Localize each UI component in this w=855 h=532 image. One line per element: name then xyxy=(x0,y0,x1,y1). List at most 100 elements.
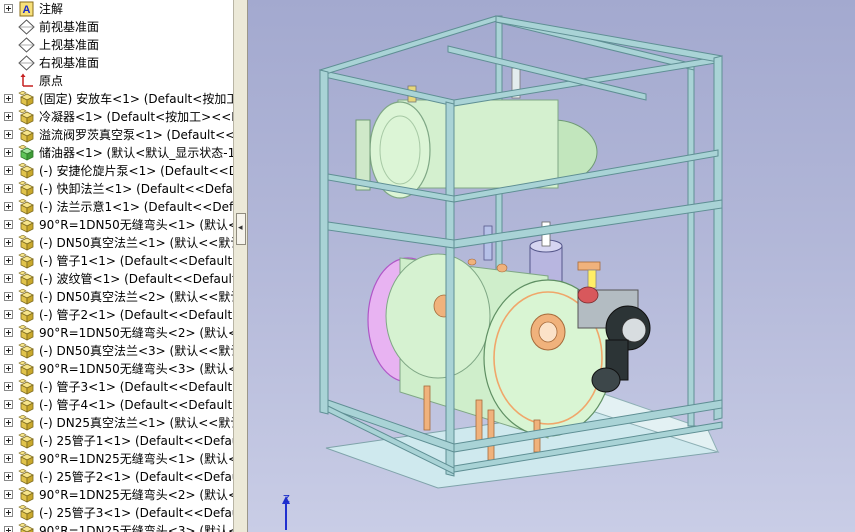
tree-item-label: 原点 xyxy=(39,74,64,88)
expand-plus-icon[interactable] xyxy=(4,4,13,13)
expand-plus-icon[interactable] xyxy=(4,490,13,499)
annotation-icon: A xyxy=(18,1,35,17)
tree-item[interactable]: (-) DN25真空法兰<1> (默认<<默认 xyxy=(0,414,233,432)
tree-item[interactable]: 原点 xyxy=(0,72,233,90)
tree-item-label: (-) DN25真空法兰<1> (默认<<默认 xyxy=(39,416,233,430)
tree-item[interactable]: A 注解 xyxy=(0,0,233,18)
component-icon xyxy=(18,288,35,305)
expand-plus-icon[interactable] xyxy=(4,400,13,409)
expand-plus-icon[interactable] xyxy=(4,418,13,427)
expand-plus-icon[interactable] xyxy=(4,202,13,211)
component-icon xyxy=(18,432,35,449)
expand-plus-icon[interactable] xyxy=(4,454,13,463)
component-icon xyxy=(18,306,35,323)
tree-item[interactable]: (-) 波纹管<1> (Default<<Default> xyxy=(0,270,233,288)
tree-item-label: 90°R=1DN50无缝弯头<3> (默认< xyxy=(39,362,233,376)
expand-plus-icon[interactable] xyxy=(4,220,13,229)
plane-icon xyxy=(18,19,35,35)
component-icon xyxy=(18,180,35,197)
tree-item[interactable]: 90°R=1DN25无缝弯头<2> (默认< xyxy=(0,486,233,504)
plane-icon xyxy=(18,55,35,71)
tree-item[interactable]: (-) 快卸法兰<1> (Default<<Default xyxy=(0,180,233,198)
expand-plus-icon[interactable] xyxy=(4,382,13,391)
tree-item-label: (-) 管子2<1> (Default<<Default> xyxy=(39,308,233,322)
component-icon xyxy=(18,378,35,395)
tree-item-label: 90°R=1DN25无缝弯头<3> (默认< xyxy=(39,524,233,532)
tree-item[interactable]: 90°R=1DN50无缝弯头<3> (默认< xyxy=(0,360,233,378)
origin-icon xyxy=(18,73,35,89)
tree-item[interactable]: (-) 管子2<1> (Default<<Default> xyxy=(0,306,233,324)
tree-item[interactable]: 90°R=1DN25无缝弯头<3> (默认< xyxy=(0,522,233,532)
expand-plus-icon[interactable] xyxy=(4,508,13,517)
svg-text:A: A xyxy=(23,4,31,16)
tree-item-label: (-) 法兰示意1<1> (Default<<Defa xyxy=(39,200,233,214)
tree-item[interactable]: 前视基准面 xyxy=(0,18,233,36)
tree-item[interactable]: (-) 安捷伦旋片泵<1> (Default<<D xyxy=(0,162,233,180)
tree-item[interactable]: 右视基准面 xyxy=(0,54,233,72)
collapse-left-arrow-icon: ◂ xyxy=(238,223,243,233)
expand-plus-icon[interactable] xyxy=(4,94,13,103)
splitter-collapse-handle[interactable]: ◂ xyxy=(236,213,246,245)
assembly-3d-model[interactable] xyxy=(248,0,855,532)
tree-item[interactable]: (-) DN50真空法兰<3> (默认<<默认 xyxy=(0,342,233,360)
expand-plus-icon[interactable] xyxy=(4,364,13,373)
expand-plus-icon[interactable] xyxy=(4,436,13,445)
component-icon xyxy=(18,342,35,359)
tree-item[interactable]: (固定) 安放车<1> (Default<按加工 xyxy=(0,90,233,108)
graphics-viewport[interactable]: Z xyxy=(248,0,855,532)
component-icon xyxy=(18,504,35,521)
tree-item-label: 90°R=1DN50无缝弯头<1> (默认< xyxy=(39,218,233,232)
tree-item[interactable]: (-) 法兰示意1<1> (Default<<Defa xyxy=(0,198,233,216)
tree-item[interactable]: (-) 25管子2<1> (Default<<Defaul xyxy=(0,468,233,486)
component-icon xyxy=(18,486,35,503)
tree-item[interactable]: (-) DN50真空法兰<1> (默认<<默认 xyxy=(0,234,233,252)
tree-item[interactable]: (-) DN50真空法兰<2> (默认<<默认 xyxy=(0,288,233,306)
component-icon xyxy=(18,198,35,215)
coordinate-triad-icon xyxy=(282,496,290,530)
tree-item[interactable]: (-) 管子4<1> (Default<<Default> xyxy=(0,396,233,414)
tree-item[interactable]: (-) 管子1<1> (Default<<Default> xyxy=(0,252,233,270)
expand-plus-icon[interactable] xyxy=(4,310,13,319)
tree-item-label: (-) 25管子3<1> (Default<<Defaul xyxy=(39,506,233,520)
tree-item[interactable]: 储油器<1> (默认<默认_显示状态-1 xyxy=(0,144,233,162)
tree-item[interactable]: (-) 25管子3<1> (Default<<Defaul xyxy=(0,504,233,522)
tree-item-label: 溢流阀罗茨真空泵<1> (Default<<De xyxy=(39,128,233,142)
component-icon xyxy=(18,468,35,485)
expand-plus-icon[interactable] xyxy=(4,184,13,193)
tree-item-label: 90°R=1DN50无缝弯头<2> (默认< xyxy=(39,326,233,340)
tree-item-label: (-) 管子1<1> (Default<<Default> xyxy=(39,254,233,268)
expand-plus-icon[interactable] xyxy=(4,526,13,532)
tree-item[interactable]: (-) 管子3<1> (Default<<Default> xyxy=(0,378,233,396)
tree-item-label: (-) 25管子1<1> (Default<<Defaul xyxy=(39,434,233,448)
tree-item-label: (-) 25管子2<1> (Default<<Defaul xyxy=(39,470,233,484)
tree-item[interactable]: 90°R=1DN50无缝弯头<2> (默认< xyxy=(0,324,233,342)
tree-item-label: 上视基准面 xyxy=(39,38,100,52)
expand-plus-icon[interactable] xyxy=(4,112,13,121)
tree-item[interactable]: 90°R=1DN50无缝弯头<1> (默认< xyxy=(0,216,233,234)
tree-item-label: (固定) 安放车<1> (Default<按加工 xyxy=(39,92,233,106)
component-icon xyxy=(18,360,35,377)
expand-plus-icon[interactable] xyxy=(4,166,13,175)
tree-item[interactable]: (-) 25管子1<1> (Default<<Defaul xyxy=(0,432,233,450)
expand-plus-icon[interactable] xyxy=(4,148,13,157)
tree-item-label: 右视基准面 xyxy=(39,56,100,70)
tree-item-label: 注解 xyxy=(39,2,64,16)
tree-item[interactable]: 90°R=1DN25无缝弯头<1> (默认< xyxy=(0,450,233,468)
expand-plus-icon[interactable] xyxy=(4,130,13,139)
expand-plus-icon[interactable] xyxy=(4,292,13,301)
tree-item[interactable]: 溢流阀罗茨真空泵<1> (Default<<De xyxy=(0,126,233,144)
expand-plus-icon[interactable] xyxy=(4,328,13,337)
expand-plus-icon[interactable] xyxy=(4,346,13,355)
component-icon xyxy=(18,234,35,251)
component-icon xyxy=(18,324,35,341)
component-icon xyxy=(18,522,35,532)
panel-splitter[interactable]: ◂ xyxy=(233,0,248,532)
expand-plus-icon[interactable] xyxy=(4,238,13,247)
component-icon xyxy=(18,270,35,287)
tree-item[interactable]: 冷凝器<1> (Default<按加工><<D xyxy=(0,108,233,126)
tree-item-label: (-) 管子4<1> (Default<<Default> xyxy=(39,398,233,412)
expand-plus-icon[interactable] xyxy=(4,274,13,283)
expand-plus-icon[interactable] xyxy=(4,256,13,265)
tree-item[interactable]: 上视基准面 xyxy=(0,36,233,54)
expand-plus-icon[interactable] xyxy=(4,472,13,481)
